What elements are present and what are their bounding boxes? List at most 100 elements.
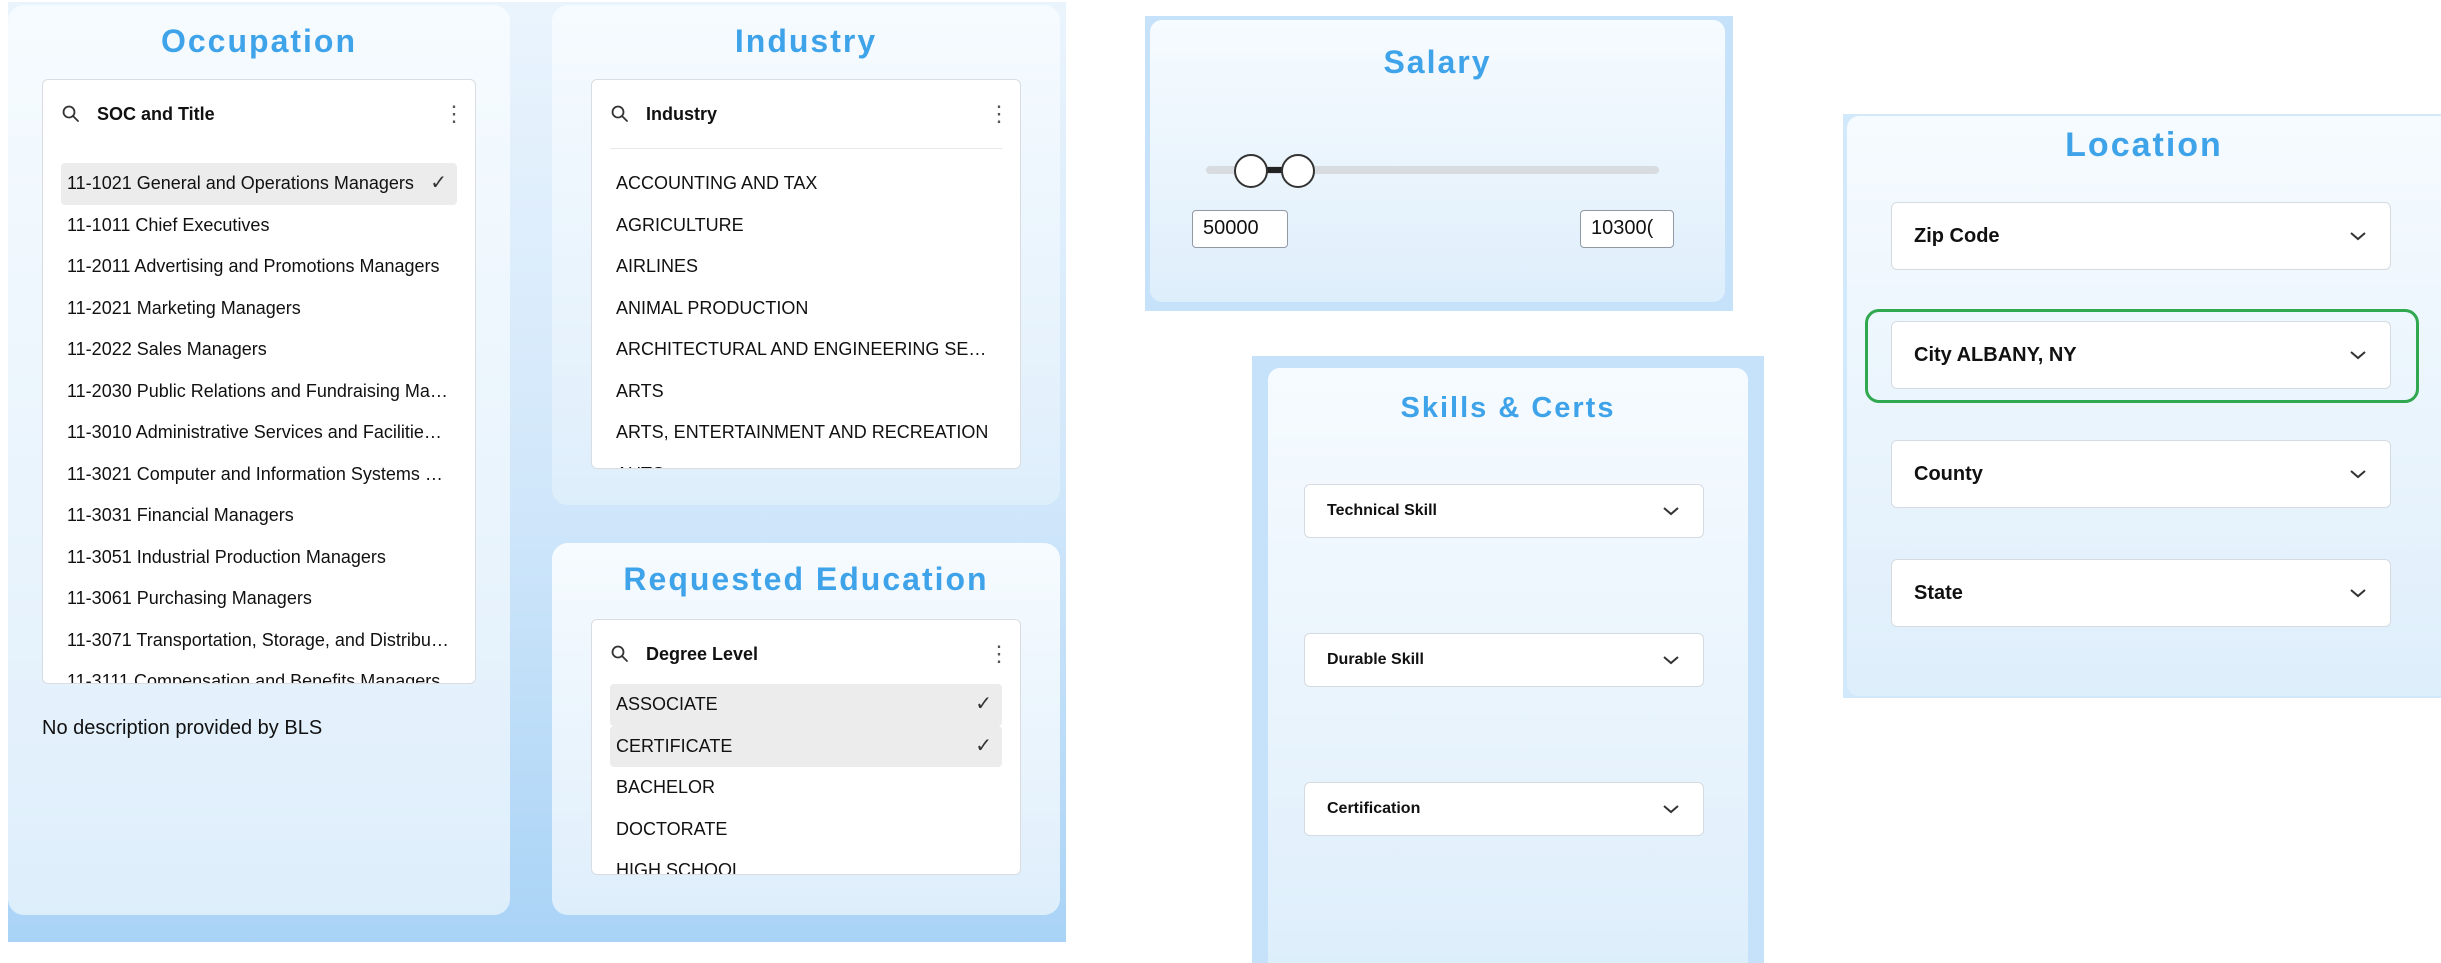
list-item-label: 11-3061 Purchasing Managers — [67, 588, 312, 608]
skills-panel: Skills & Certs Technical Skill Durable S… — [1268, 368, 1748, 963]
chevron-down-icon — [2350, 351, 2366, 360]
checkmark-icon: ✓ — [975, 693, 992, 715]
chevron-down-icon — [2350, 589, 2366, 598]
salary-max-input[interactable]: 10300( — [1580, 210, 1674, 248]
list-item-label: ACCOUNTING AND TAX — [616, 173, 818, 193]
list-item-label: DOCTORATE — [616, 818, 728, 839]
occupation-list-header: SOC and Title ⋮ — [43, 80, 475, 148]
occupation-items: 11-1021 General and Operations Managers ✓… — [61, 163, 457, 684]
skills-title: Skills & Certs — [1400, 392, 1616, 424]
dropdown-label: Durable Skill — [1327, 651, 1424, 668]
divider — [610, 148, 1002, 149]
list-item[interactable]: 11-3051 Industrial Production Managers — [61, 537, 457, 579]
list-item-label: AIRLINES — [616, 256, 699, 276]
dropdown-label: Zip Code — [1914, 224, 2000, 247]
list-item[interactable]: ARTS — [610, 371, 1002, 413]
industry-panel: Industry Industry ⋮ ACCOUNTING AND TAX AG… — [552, 5, 1060, 505]
list-item[interactable]: 11-2030 Public Relations and Fundraising… — [61, 371, 457, 413]
list-item[interactable]: 11-3010 Administrative Services and Faci… — [61, 412, 457, 454]
occupation-listbox[interactable]: SOC and Title ⋮ 11-1021 General and Oper… — [42, 79, 476, 684]
list-item[interactable]: AUTO — [610, 454, 1002, 469]
education-listbox[interactable]: Degree Level ⋮ ASSOCIATE ✓ CERTIFICATE ✓ BAC… — [591, 619, 1021, 875]
chevron-down-icon — [1663, 805, 1679, 814]
list-item[interactable]: CERTIFICATE ✓ — [610, 725, 1002, 767]
county-dropdown[interactable]: County — [1891, 440, 2391, 508]
technical-skill-dropdown[interactable]: Technical Skill — [1304, 484, 1704, 538]
education-items: ASSOCIATE ✓ CERTIFICATE ✓ BACHELOR DOCTORATE H… — [610, 684, 1002, 875]
more-options-icon[interactable]: ⋮ — [988, 643, 1010, 665]
list-item[interactable]: ANIMAL PRODUCTION — [610, 288, 1002, 330]
list-item-label: 11-3111 Compensation and Benefits Manage… — [67, 671, 441, 684]
list-item-label: 11-2022 Sales Managers — [67, 339, 267, 359]
dropdown-label: State — [1914, 581, 1963, 604]
list-item[interactable]: 11-3021 Computer and Information Systems… — [61, 454, 457, 496]
occupation-panel: Occupation SOC and Title ⋮ 11-1021 Gener… — [8, 5, 510, 915]
checkmark-icon: ✓ — [430, 172, 447, 194]
list-item-label: 11-3051 Industrial Production Managers — [67, 546, 386, 567]
list-item[interactable]: AIRLINES — [610, 246, 1002, 288]
slider-max-handle[interactable] — [1281, 154, 1315, 188]
more-options-icon[interactable]: ⋮ — [443, 103, 465, 125]
list-item-label: CERTIFICATE — [616, 735, 733, 756]
industry-list-header: Industry ⋮ — [592, 80, 1020, 148]
list-item[interactable]: 11-2021 Marketing Managers — [61, 288, 457, 330]
list-item[interactable]: 11-1021 General and Operations Managers ✓ — [61, 163, 457, 205]
location-title: Location — [2065, 126, 2223, 164]
list-item-label: 11-3010 Administrative Services and Faci… — [67, 422, 442, 442]
education-list-title: Degree Level — [646, 643, 759, 664]
list-item[interactable]: ASSOCIATE ✓ — [610, 684, 1002, 726]
list-item[interactable]: 11-1011 Chief Executives — [61, 205, 457, 247]
dropdown-label: City ALBANY, NY — [1914, 343, 2077, 366]
location-panel: Location Zip Code City ALBANY, NY County… — [1847, 116, 2441, 696]
slider-min-handle[interactable] — [1234, 154, 1268, 188]
list-item[interactable]: 11-2011 Advertising and Promotions Manag… — [61, 246, 457, 288]
list-item-label: ANIMAL PRODUCTION — [616, 297, 809, 318]
more-options-icon[interactable]: ⋮ — [988, 103, 1010, 125]
chevron-down-icon — [2350, 470, 2366, 479]
education-panel: Requested Education Degree Level ⋮ ASSOC… — [552, 543, 1060, 915]
search-icon[interactable] — [610, 104, 630, 124]
state-dropdown[interactable]: State — [1891, 559, 2391, 627]
list-item[interactable]: ACCOUNTING AND TAX — [610, 163, 1002, 205]
salary-title: Salary — [1383, 44, 1492, 80]
education-list-header: Degree Level ⋮ — [592, 620, 1020, 688]
list-item[interactable]: 11-3031 Financial Managers — [61, 495, 457, 537]
search-icon[interactable] — [61, 104, 81, 124]
list-item[interactable]: 11-2022 Sales Managers — [61, 329, 457, 371]
industry-listbox[interactable]: Industry ⋮ ACCOUNTING AND TAX AGRICULTURE… — [591, 79, 1021, 469]
list-item-label: 11-1021 General and Operations Managers — [67, 173, 414, 193]
list-item[interactable]: DOCTORATE — [610, 809, 1002, 851]
chevron-down-icon — [1663, 507, 1679, 516]
dropdown-label: County — [1914, 462, 1983, 485]
list-item[interactable]: ARTS, ENTERTAINMENT AND RECREATION — [610, 412, 1002, 454]
list-item[interactable]: 11-3071 Transportation, Storage, and Dis… — [61, 620, 457, 662]
list-item-label: 11-2011 Advertising and Promotions Manag… — [67, 256, 440, 276]
list-item-label: BACHELOR — [616, 777, 716, 797]
list-item-label: ARCHITECTURAL AND ENGINEERING SE… — [616, 339, 987, 359]
list-item-label: 11-3021 Computer and Information Systems… — [67, 463, 443, 484]
list-item[interactable]: HIGH SCHOOL — [610, 850, 1002, 875]
salary-min-input[interactable]: 50000 — [1192, 210, 1288, 248]
list-item-label: AGRICULTURE — [616, 214, 744, 235]
list-item-label: AUTO — [616, 464, 666, 469]
list-item-label: HIGH SCHOOL — [616, 860, 743, 875]
list-item-label: ARTS, ENTERTAINMENT AND RECREATION — [616, 422, 989, 442]
city-dropdown[interactable]: City ALBANY, NY — [1891, 321, 2391, 389]
occupation-title: Occupation — [160, 23, 357, 59]
list-item[interactable]: 11-3061 Purchasing Managers — [61, 578, 457, 620]
list-item-label: ARTS — [616, 380, 664, 401]
certification-dropdown[interactable]: Certification — [1304, 782, 1704, 836]
list-item[interactable]: BACHELOR — [610, 767, 1002, 809]
zip-code-dropdown[interactable]: Zip Code — [1891, 202, 2391, 270]
list-item[interactable]: AGRICULTURE — [610, 205, 1002, 247]
list-item-label: 11-3031 Financial Managers — [67, 505, 294, 525]
durable-skill-dropdown[interactable]: Durable Skill — [1304, 633, 1704, 687]
list-item[interactable]: 11-3111 Compensation and Benefits Manage… — [61, 661, 457, 684]
checkmark-icon: ✓ — [975, 734, 992, 757]
search-icon[interactable] — [610, 644, 630, 664]
salary-panel: Salary 50000 10300( — [1150, 20, 1725, 302]
industry-title: Industry — [734, 23, 878, 59]
list-item-label: 11-2030 Public Relations and Fundraising… — [67, 380, 448, 401]
list-item[interactable]: ARCHITECTURAL AND ENGINEERING SE… — [610, 329, 1002, 371]
education-title: Requested Education — [623, 561, 989, 597]
